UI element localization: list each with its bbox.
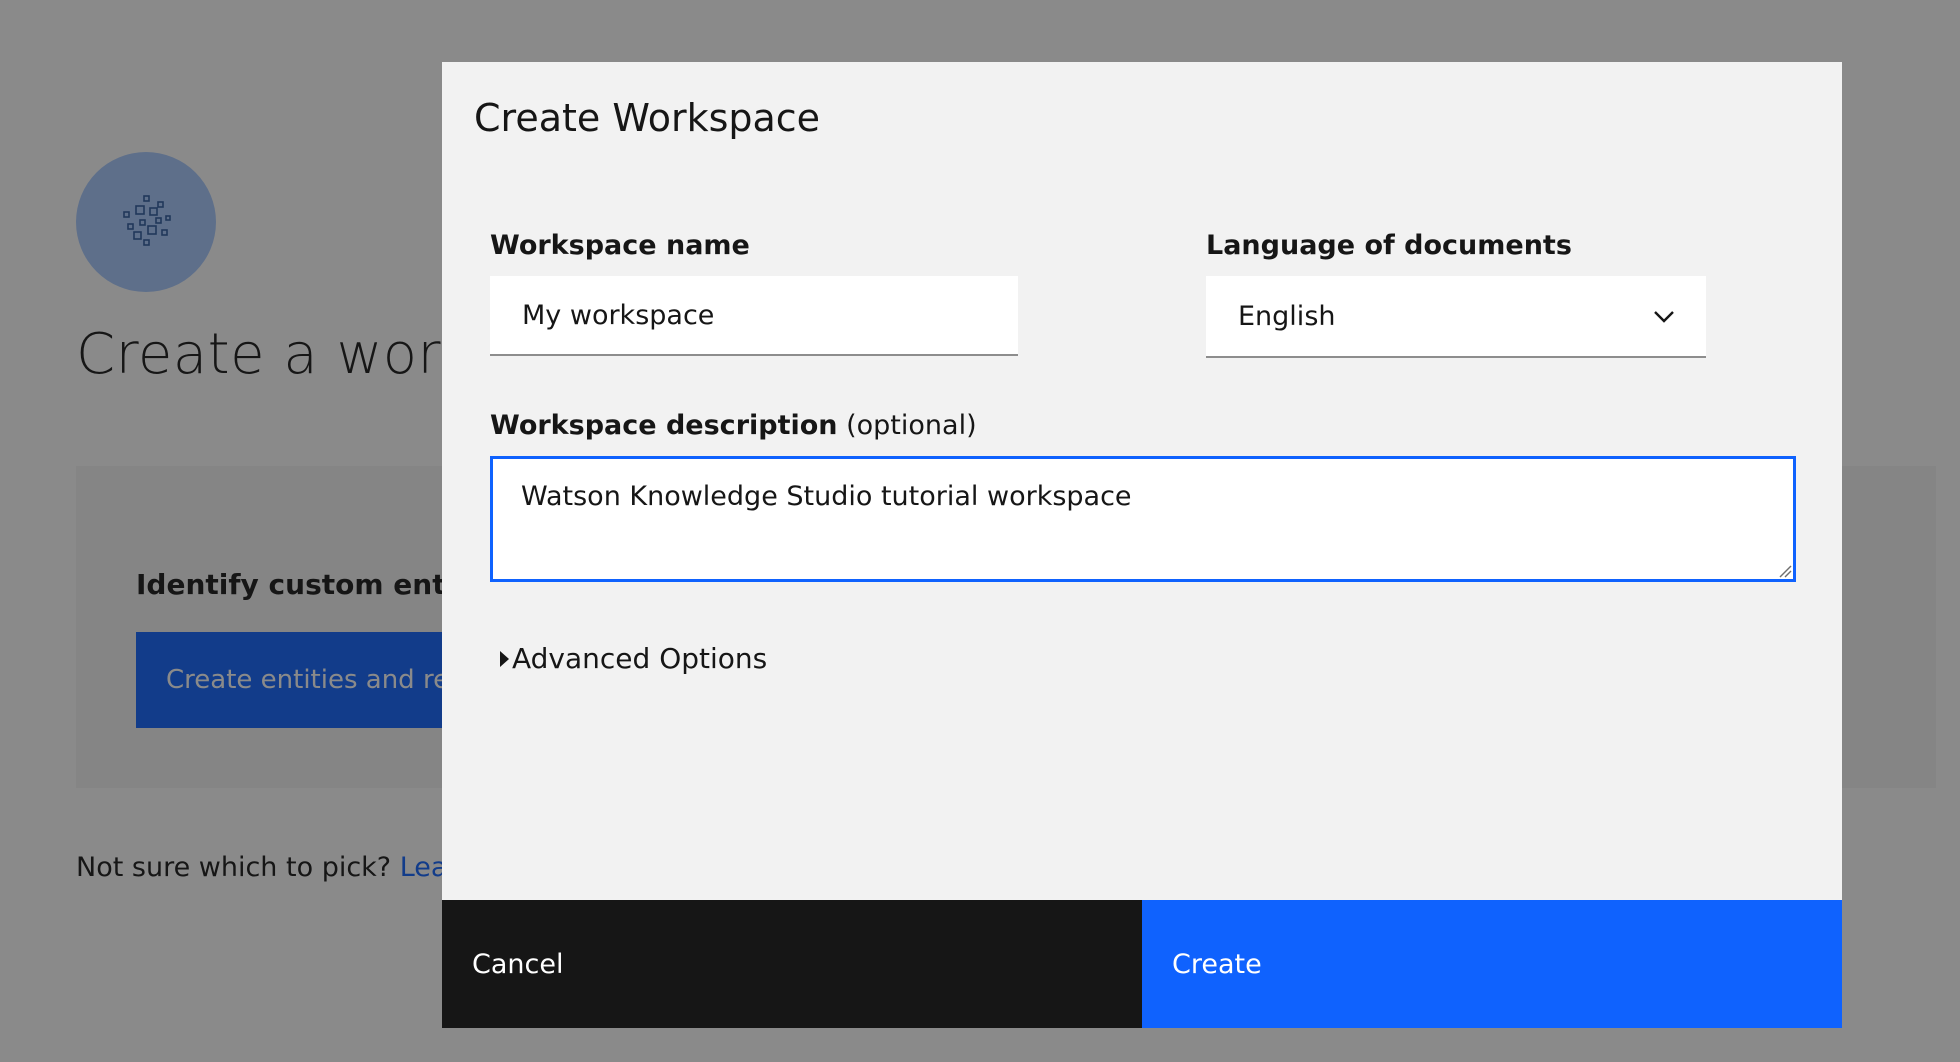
modal-footer: Cancel Create: [442, 900, 1842, 1028]
optional-hint: (optional): [837, 410, 977, 441]
modal-title: Create Workspace: [474, 96, 821, 140]
language-label: Language of documents: [1206, 230, 1572, 261]
create-button[interactable]: Create: [1142, 900, 1842, 1028]
workspace-description-label: Workspace description (optional): [490, 410, 977, 441]
workspace-name-label: Workspace name: [490, 230, 750, 261]
cancel-button[interactable]: Cancel: [442, 900, 1142, 1028]
caret-right-icon: [500, 650, 509, 667]
description-label-text: Workspace description: [490, 410, 838, 441]
workspace-description-textarea[interactable]: Watson Knowledge Studio tutorial workspa…: [490, 456, 1796, 582]
advanced-options-label: Advanced Options: [512, 642, 768, 675]
create-workspace-modal: Create Workspace Workspace name Language…: [442, 62, 1842, 1028]
resize-grip-icon[interactable]: [1778, 564, 1792, 578]
language-selected-value: English: [1238, 300, 1336, 332]
chevron-down-icon: [1654, 311, 1674, 323]
language-select[interactable]: English: [1206, 276, 1706, 358]
workspace-name-input[interactable]: [490, 276, 1018, 356]
advanced-options-toggle[interactable]: Advanced Options: [500, 642, 767, 675]
